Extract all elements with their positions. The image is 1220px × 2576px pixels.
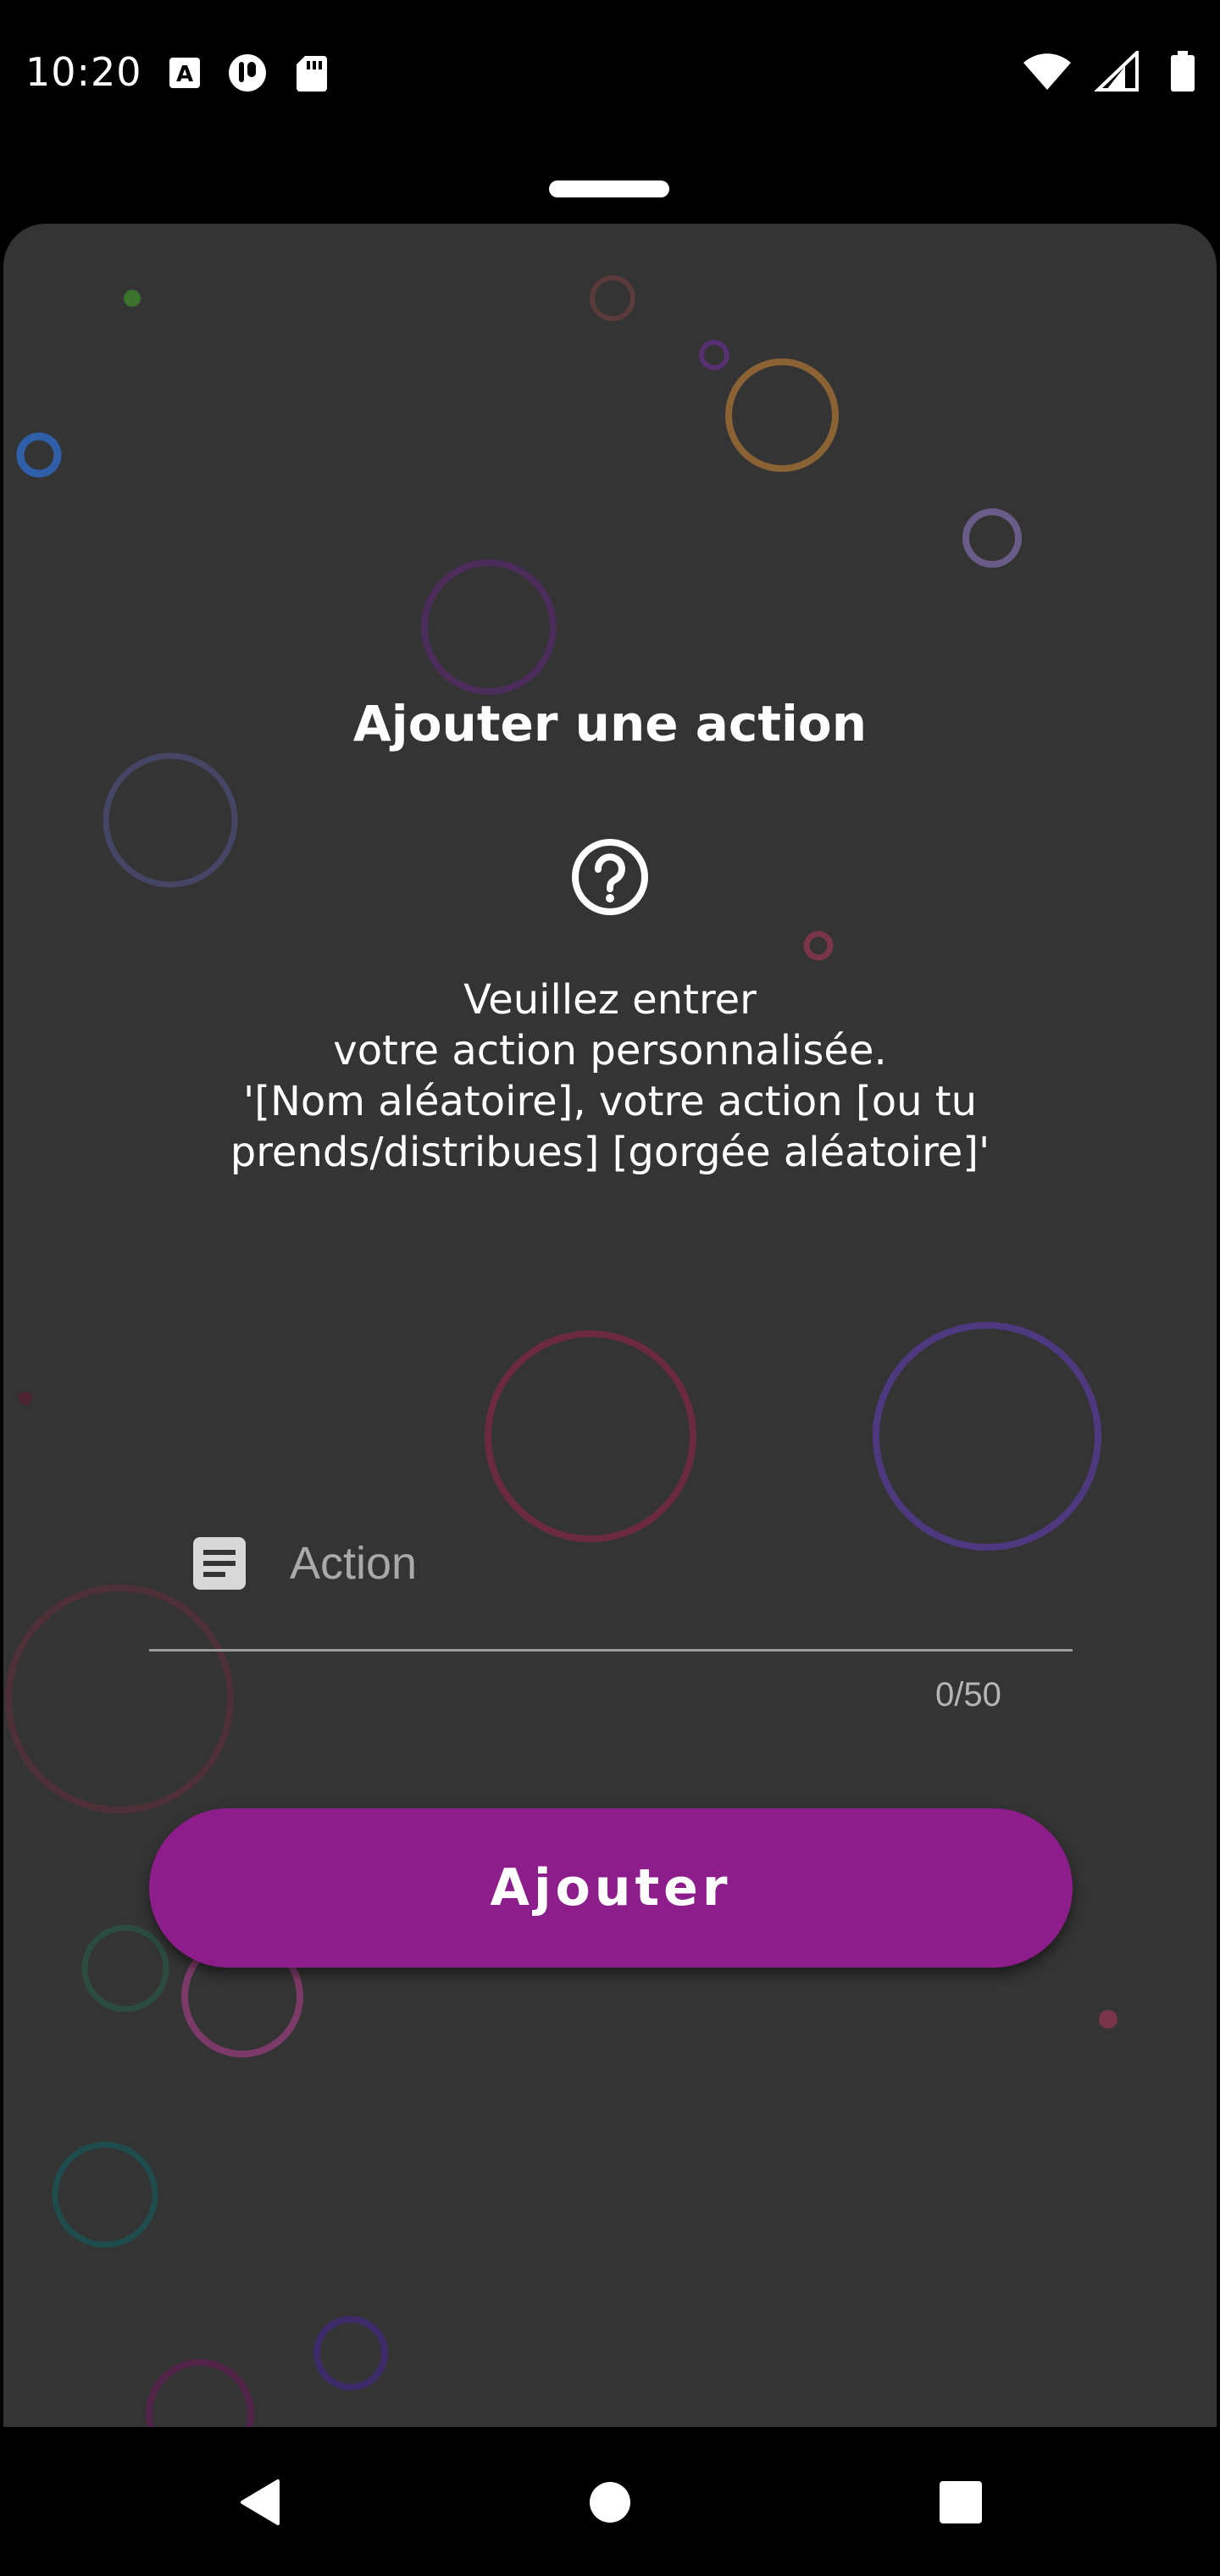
action-input-placeholder[interactable]: Action xyxy=(290,1537,417,1590)
character-counter: 0/50 xyxy=(935,1676,1001,1713)
screen: 10:20 A Ajouter une action Veuillez entr… xyxy=(0,0,1220,2576)
instructions-line: '[Nom aléatoire], votre action [ou tu xyxy=(243,1078,977,1125)
recents-icon[interactable] xyxy=(925,2429,996,2576)
a-badge-icon: A xyxy=(169,58,200,88)
input-underline xyxy=(149,1649,1073,1652)
instructions-text: Veuillez entrer votre action personnalis… xyxy=(127,974,1093,1178)
battery-icon xyxy=(1171,51,1195,92)
help-icon xyxy=(572,839,648,915)
sd-card-icon xyxy=(297,56,327,92)
dialog-title: Ajouter une action xyxy=(352,695,868,752)
notification-icon xyxy=(229,54,266,92)
description-icon xyxy=(193,1537,246,1590)
signal-icon xyxy=(1095,51,1139,92)
drag-handle[interactable] xyxy=(549,180,669,197)
action-input[interactable]: Action xyxy=(149,1517,1073,1652)
home-icon[interactable] xyxy=(574,2429,646,2576)
status-bar: 10:20 A xyxy=(0,0,1220,144)
bottom-sheet: Ajouter une action Veuillez entrer votre… xyxy=(3,224,1217,2427)
background-bubbles xyxy=(5,275,1117,2427)
back-icon[interactable] xyxy=(225,2429,297,2576)
instructions-line: prends/distribues] [gorgée aléatoire]' xyxy=(230,1129,990,1176)
svg-text:A: A xyxy=(176,62,193,87)
wifi-icon xyxy=(1023,53,1071,90)
status-time: 10:20 xyxy=(25,49,142,95)
navigation-bar xyxy=(0,2429,1220,2576)
add-button[interactable]: Ajouter xyxy=(149,1808,1073,1968)
instructions-line: Veuillez entrer xyxy=(463,976,757,1024)
instructions-line: votre action personnalisée. xyxy=(333,1027,887,1074)
